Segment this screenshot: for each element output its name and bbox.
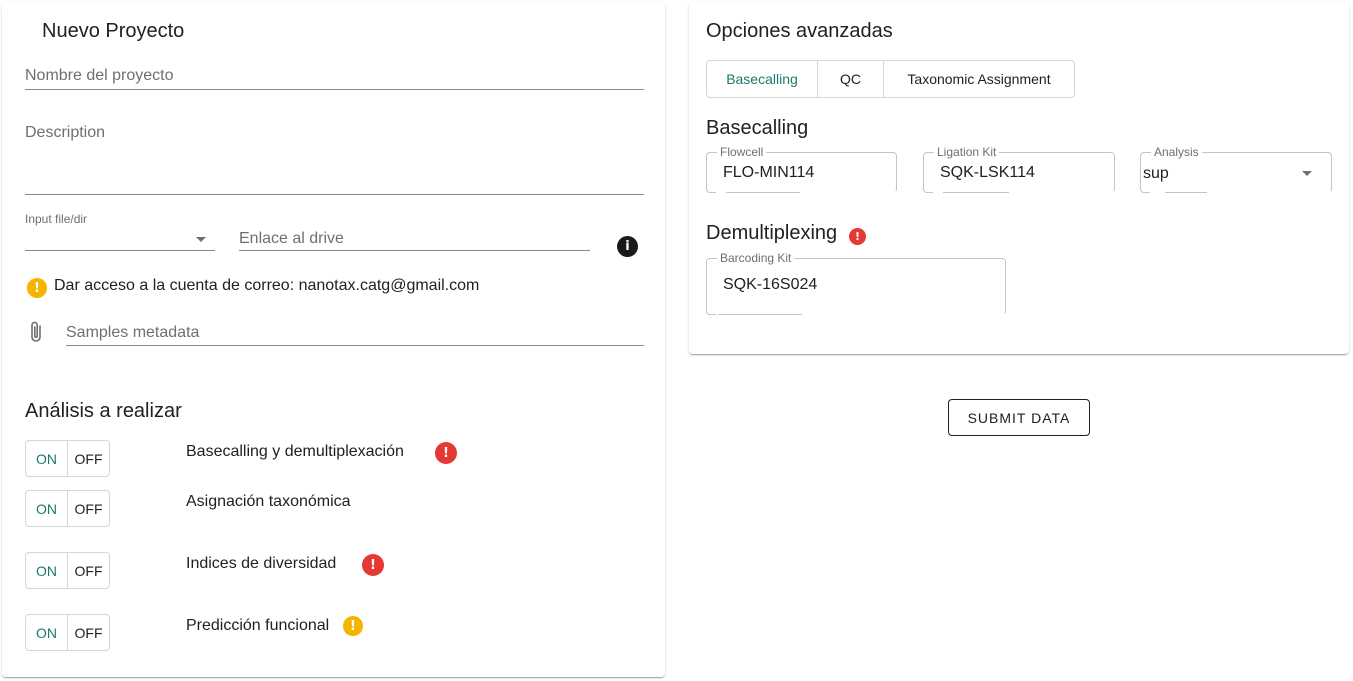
error-icon: ! — [849, 228, 866, 245]
warning-icon: ! — [27, 278, 47, 298]
barcoding-kit-field[interactable]: Barcoding Kit SQK-16S024 — [706, 251, 1006, 315]
flowcell-field[interactable]: Flowcell FLO-MIN114 — [706, 145, 897, 193]
toggle-on-button[interactable]: ON — [26, 553, 68, 588]
toggle-on-button[interactable]: ON — [26, 615, 68, 650]
analysis-label-taxonomic: Asignación taxonómica — [186, 493, 351, 510]
flowcell-label: Flowcell — [717, 145, 767, 159]
demultiplexing-heading: Demultiplexing — [706, 222, 838, 244]
advanced-tabs: Basecalling QC Taxonomic Assignment — [706, 60, 1075, 98]
ligation-kit-value: SQK-LSK114 — [940, 164, 1035, 181]
toggle-off-button[interactable]: OFF — [68, 491, 109, 526]
analysis-select-label: Analysis — [1151, 145, 1202, 159]
tab-basecalling[interactable]: Basecalling — [707, 61, 818, 97]
barcoding-kit-label: Barcoding Kit — [717, 251, 795, 265]
description-placeholder: Description — [25, 124, 106, 141]
error-icon: ! — [435, 442, 457, 464]
ligation-kit-label: Ligation Kit — [934, 145, 1000, 159]
toggle-taxonomic[interactable]: ON OFF — [25, 490, 110, 527]
submit-data-button[interactable]: SUBMIT DATA — [948, 399, 1090, 436]
analysis-label-functional: Predicción funcional — [186, 617, 330, 634]
caret-down-icon — [1302, 171, 1312, 176]
advanced-options-title: Opciones avanzadas — [706, 20, 893, 42]
paperclip-icon[interactable] — [29, 320, 43, 349]
samples-metadata-placeholder: Samples metadata — [66, 324, 200, 341]
toggle-functional[interactable]: ON OFF — [25, 614, 110, 651]
access-notice: Dar acceso a la cuenta de correo: nanota… — [54, 277, 480, 294]
toggle-basecalling[interactable]: ON OFF — [25, 440, 110, 477]
new-project-card: Nuevo Proyecto Nombre del proyecto Descr… — [2, 2, 665, 677]
warning-icon: ! — [343, 616, 363, 636]
barcoding-kit-value: SQK-16S024 — [723, 276, 818, 293]
error-icon: ! — [362, 554, 384, 576]
page-title: Nuevo Proyecto — [42, 20, 185, 42]
flowcell-value: FLO-MIN114 — [723, 164, 815, 181]
basecalling-heading: Basecalling — [706, 117, 809, 139]
analysis-label-diversity: Indices de diversidad — [186, 555, 337, 572]
toggle-off-button[interactable]: OFF — [68, 615, 109, 650]
toggle-off-button[interactable]: OFF — [68, 553, 109, 588]
drive-link-placeholder: Enlace al drive — [239, 230, 344, 247]
analysis-select-value: sup — [1143, 165, 1169, 182]
toggle-on-button[interactable]: ON — [26, 441, 68, 476]
advanced-options-card: Opciones avanzadas Basecalling QC Taxono… — [689, 2, 1349, 354]
analysis-label-basecalling: Basecalling y demultiplexación — [186, 443, 404, 460]
info-icon[interactable]: i — [617, 236, 638, 257]
caret-down-icon — [196, 237, 206, 242]
input-file-label: Input file/dir — [25, 212, 88, 226]
toggle-diversity[interactable]: ON OFF — [25, 552, 110, 589]
analysis-heading: Análisis a realizar — [25, 400, 182, 422]
ligation-kit-field[interactable]: Ligation Kit SQK-LSK114 — [923, 145, 1115, 193]
tab-qc[interactable]: QC — [818, 61, 884, 97]
project-name-placeholder: Nombre del proyecto — [25, 67, 174, 84]
toggle-on-button[interactable]: ON — [26, 491, 68, 526]
toggle-off-button[interactable]: OFF — [68, 441, 109, 476]
analysis-select[interactable]: Analysis sup — [1140, 145, 1332, 193]
tab-taxonomic-assignment[interactable]: Taxonomic Assignment — [884, 61, 1074, 97]
